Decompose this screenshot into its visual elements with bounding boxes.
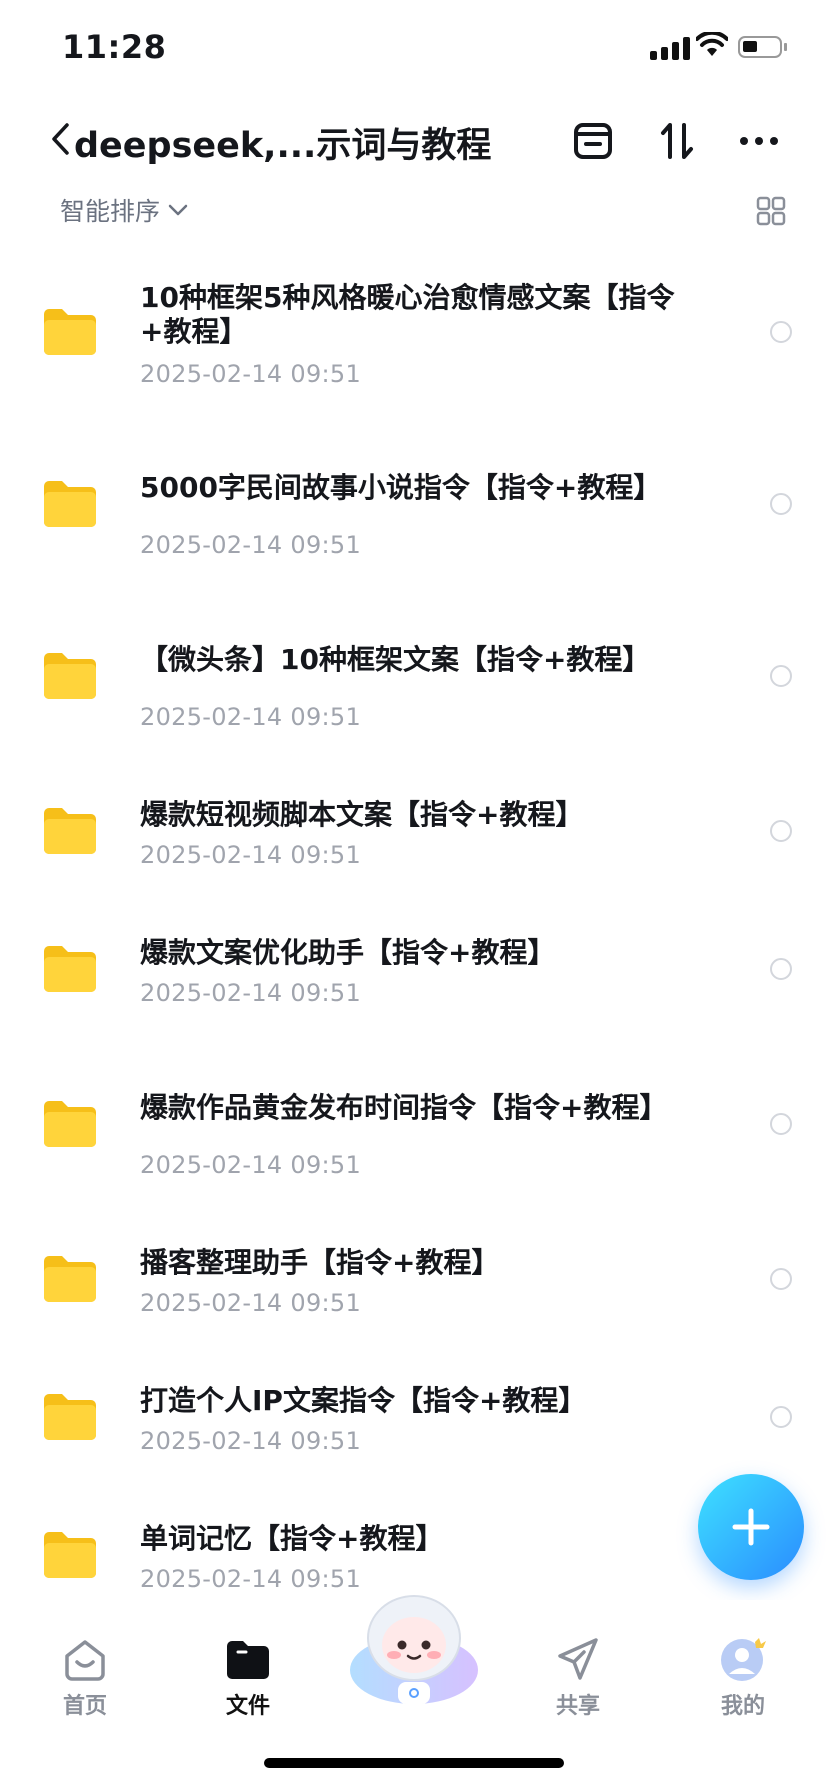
archive-box-icon — [574, 123, 612, 159]
tab-share-label: 共享 — [555, 1694, 600, 1719]
file-name: 10种框架5种风格暖心治愈情感文案【指令+教程】 — [140, 281, 675, 348]
select-radio[interactable] — [770, 820, 792, 842]
select-radio[interactable] — [770, 493, 792, 515]
folder-icon — [44, 1394, 96, 1440]
file-name: 爆款文案优化助手【指令+教程】 — [140, 936, 556, 969]
folder-filled-icon — [227, 1641, 269, 1679]
file-name: 打造个人IP文案指令【指令+教程】 — [140, 1384, 587, 1417]
chevron-down-icon — [168, 204, 188, 216]
file-date: 2025-02-14 09:51 — [140, 1151, 362, 1179]
select-radio[interactable] — [770, 665, 792, 687]
status-bar: 11:28 — [0, 0, 828, 98]
avatar-icon — [721, 1638, 766, 1681]
sort-order-button[interactable] — [654, 118, 700, 164]
folder-icon — [44, 1256, 96, 1302]
battery-icon — [738, 36, 787, 58]
file-name: 爆款短视频脚本文案【指令+教程】 — [140, 798, 584, 831]
select-radio[interactable] — [770, 1113, 792, 1135]
back-chevron-icon[interactable] — [50, 122, 70, 156]
file-date: 2025-02-14 09:51 — [140, 531, 362, 559]
plus-icon — [732, 1508, 770, 1546]
tab-share[interactable]: 共享 — [523, 1636, 633, 1720]
wifi-icon — [696, 32, 728, 56]
file-date: 2025-02-14 09:51 — [140, 1427, 362, 1455]
file-name: 播客整理助手【指令+教程】 — [140, 1246, 500, 1279]
select-radio[interactable] — [770, 958, 792, 980]
more-dots-icon — [740, 137, 778, 145]
file-name: 爆款作品黄金发布时间指令【指令+教程】 — [140, 1091, 668, 1124]
add-button[interactable] — [698, 1474, 804, 1580]
folder-icon — [44, 1101, 96, 1147]
tab-files[interactable]: 文件 — [193, 1636, 303, 1720]
select-radio[interactable] — [770, 1268, 792, 1290]
folder-icon — [44, 1532, 96, 1578]
tab-mine[interactable]: 我的 — [688, 1636, 798, 1720]
paper-plane-icon — [558, 1638, 598, 1680]
file-name: 5000字民间故事小说指令【指令+教程】 — [140, 471, 662, 504]
file-name: 【微头条】10种框架文案【指令+教程】 — [140, 643, 651, 676]
file-date: 2025-02-14 09:51 — [140, 841, 362, 869]
file-name: 单词记忆【指令+教程】 — [140, 1522, 444, 1555]
mascot-assistant-icon[interactable] — [344, 1590, 484, 1710]
home-icon — [65, 1640, 105, 1681]
file-date: 2025-02-14 09:51 — [140, 1565, 362, 1593]
folder-icon — [44, 653, 96, 699]
more-options-button[interactable] — [736, 118, 782, 164]
select-radio[interactable] — [770, 1406, 792, 1428]
folder-icon — [44, 481, 96, 527]
folder-icon — [44, 808, 96, 854]
transfer-box-button[interactable] — [570, 118, 616, 164]
grid-view-icon[interactable] — [756, 196, 786, 226]
header-bar: deepseek,...示词与教程 — [0, 112, 828, 168]
select-radio[interactable] — [770, 321, 792, 343]
sort-arrows-icon — [661, 123, 693, 159]
sort-label: 智能排序 — [60, 197, 161, 226]
tab-mine-label: 我的 — [720, 1694, 765, 1719]
home-indicator — [264, 1758, 564, 1768]
smart-sort-dropdown[interactable]: 智能排序 — [60, 192, 188, 228]
tab-home-label: 首页 — [62, 1694, 107, 1719]
cellular-signal-icon — [650, 36, 690, 60]
tab-home[interactable]: 首页 — [30, 1636, 140, 1720]
file-date: 2025-02-14 09:51 — [140, 979, 362, 1007]
page-title: deepseek,...示词与教程 — [74, 126, 492, 166]
status-time: 11:28 — [62, 28, 167, 66]
folder-icon — [44, 946, 96, 992]
file-date: 2025-02-14 09:51 — [140, 360, 362, 388]
folder-icon — [44, 309, 96, 355]
tab-files-label: 文件 — [225, 1694, 270, 1719]
file-date: 2025-02-14 09:51 — [140, 703, 362, 731]
file-date: 2025-02-14 09:51 — [140, 1289, 362, 1317]
